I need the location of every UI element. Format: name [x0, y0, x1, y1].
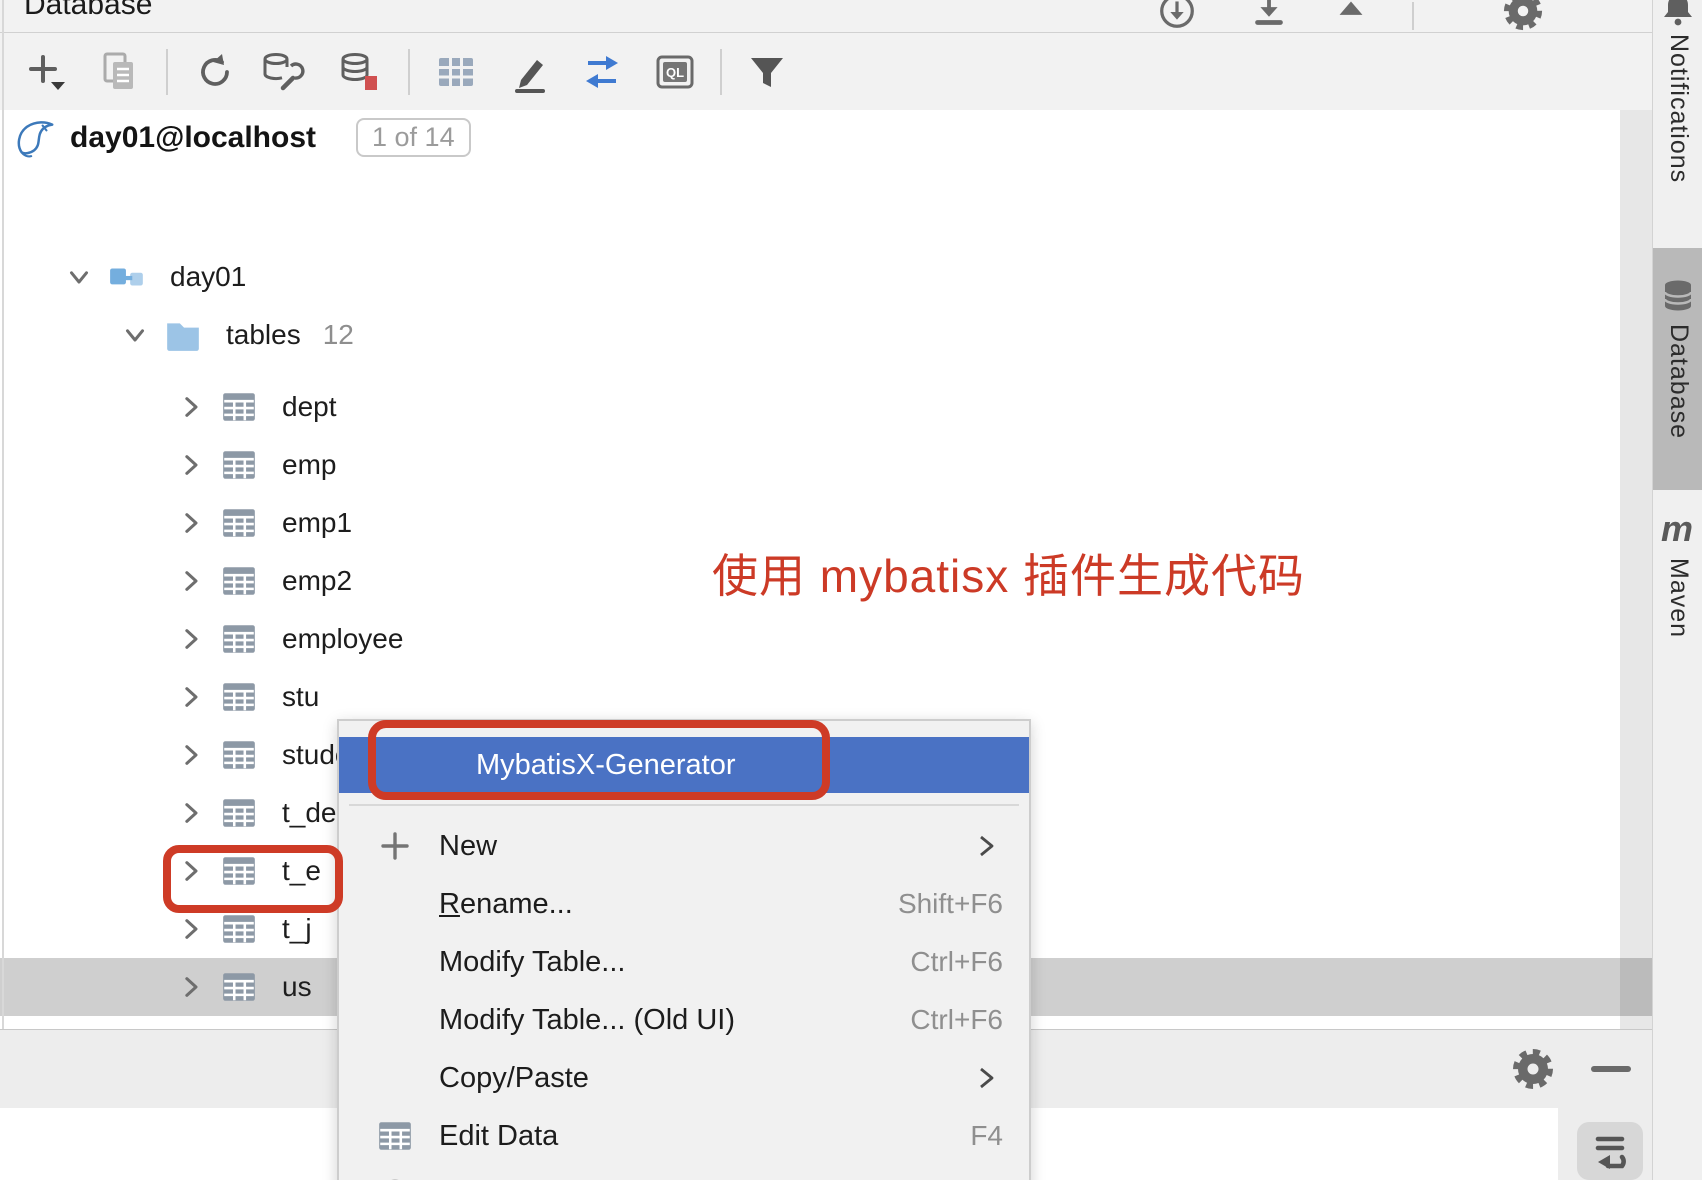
maven-icon[interactable]: m — [1661, 508, 1693, 550]
chevron-right-icon[interactable] — [176, 566, 206, 596]
table-icon — [220, 910, 258, 948]
database-toolbar: QL — [0, 33, 1652, 111]
table-icon — [220, 504, 258, 542]
annotation-box-generator — [368, 720, 830, 800]
edit-icon[interactable] — [509, 50, 553, 94]
menu-item-modify-table[interactable]: Modify Table... Ctrl+F6 — [339, 933, 1029, 991]
tool-window-title: Database — [24, 0, 152, 22]
menu-shortcut: Ctrl+F6 — [910, 946, 1003, 978]
gear-icon[interactable] — [1502, 0, 1544, 32]
filter-icon[interactable] — [745, 50, 789, 94]
menu-separator — [349, 804, 1019, 806]
restore-layout-icon — [1588, 1129, 1632, 1173]
jump-to-console-icon[interactable] — [580, 50, 624, 94]
submenu-arrow-icon — [975, 1063, 997, 1093]
schema-icon — [108, 258, 146, 296]
header-separator — [1412, 2, 1414, 30]
menu-item-rename[interactable]: Rename... Shift+F6 — [339, 875, 1029, 933]
annotation-box-selected-table — [163, 845, 343, 913]
stripe-tab-maven[interactable]: Maven — [1664, 558, 1693, 638]
dock-down-icon[interactable] — [1248, 0, 1290, 32]
toolbar-separator — [720, 49, 722, 95]
table-icon — [372, 1117, 418, 1155]
toolbar-separator — [166, 49, 168, 95]
chevron-right-icon[interactable] — [176, 914, 206, 944]
collapse-icon[interactable] — [1330, 0, 1372, 32]
chevron-right-icon[interactable] — [176, 972, 206, 1002]
database-icon — [1660, 278, 1696, 314]
duplicate-icon[interactable] — [98, 50, 142, 94]
corner-tool-button[interactable] — [1577, 1122, 1643, 1180]
menu-item-new[interactable]: New — [339, 817, 1029, 875]
datasource-properties-icon[interactable] — [261, 50, 305, 94]
add-datasource-icon[interactable] — [25, 50, 69, 94]
chevron-right-icon[interactable] — [176, 450, 206, 480]
folder-icon — [164, 316, 202, 354]
stripe-tab-notifications[interactable]: Notifications — [1664, 34, 1693, 183]
tool-window-header: Database — [0, 0, 1652, 33]
chevron-down-icon[interactable] — [64, 262, 94, 292]
chevron-right-icon[interactable] — [176, 682, 206, 712]
connection-name: day01@localhost — [70, 121, 316, 155]
bell-icon[interactable] — [1660, 0, 1696, 28]
plus-icon — [372, 827, 418, 865]
tree-root-row[interactable]: day01@localhost 1 of 14 — [0, 110, 1620, 165]
tree-row-table[interactable]: employee — [0, 610, 1652, 668]
table-icon — [220, 968, 258, 1006]
partial-icon — [372, 1175, 418, 1180]
chevron-right-icon[interactable] — [176, 508, 206, 538]
table-icon — [220, 620, 258, 658]
tree-row-schema-day01[interactable]: day01 — [0, 248, 1652, 306]
table-icon — [220, 562, 258, 600]
search-result-badge: 1 of 14 — [356, 118, 471, 157]
menu-item-partial[interactable] — [339, 1165, 1029, 1180]
tool-window-stripe: Notifications Database m Maven — [1652, 0, 1702, 1180]
refresh-icon[interactable] — [193, 50, 237, 94]
stripe-tab-database-active[interactable]: Database — [1653, 248, 1702, 490]
table-icon — [220, 446, 258, 484]
query-console-icon[interactable]: QL — [653, 50, 697, 94]
minimize-icon[interactable] — [1591, 1066, 1631, 1072]
toolbar-separator — [408, 49, 410, 95]
chevron-right-icon[interactable] — [176, 624, 206, 654]
chevron-right-icon[interactable] — [176, 392, 206, 422]
menu-shortcut: F4 — [970, 1120, 1003, 1152]
annotation-text: 使用 mybatisx 插件生成代码 — [712, 540, 1305, 606]
chevron-right-icon[interactable] — [176, 798, 206, 828]
menu-item-copy-paste[interactable]: Copy/Paste — [339, 1049, 1029, 1107]
detach-datasource-icon[interactable] — [338, 50, 382, 94]
menu-shortcut: Shift+F6 — [898, 888, 1003, 920]
svg-text:QL: QL — [666, 65, 684, 80]
table-icon — [220, 794, 258, 832]
menu-item-edit-data[interactable]: Edit Data F4 — [339, 1107, 1029, 1165]
menu-item-modify-table-old-ui[interactable]: Modify Table... (Old UI) Ctrl+F6 — [339, 991, 1029, 1049]
database-tool-window: Database QL day01 — [0, 0, 1702, 1180]
chevron-right-icon[interactable] — [176, 740, 206, 770]
table-icon — [220, 388, 258, 426]
tree-row-table[interactable]: dept — [0, 378, 1652, 436]
mysql-dolphin-icon — [14, 117, 56, 159]
table-view-icon[interactable] — [434, 50, 478, 94]
table-count: 12 — [323, 319, 354, 351]
chevron-down-icon[interactable] — [120, 320, 150, 350]
gear-icon[interactable] — [1511, 1047, 1555, 1091]
submenu-arrow-icon — [975, 831, 997, 861]
window-left-border — [2, 0, 4, 1029]
tree-row-tables-folder[interactable]: tables 12 — [0, 306, 1652, 364]
table-icon — [220, 736, 258, 774]
table-icon — [220, 678, 258, 716]
menu-shortcut: Ctrl+F6 — [910, 1004, 1003, 1036]
tree-row-table[interactable]: emp — [0, 436, 1652, 494]
download-circle-icon[interactable] — [1156, 0, 1198, 32]
tree-row-table[interactable]: stu — [0, 668, 1652, 726]
